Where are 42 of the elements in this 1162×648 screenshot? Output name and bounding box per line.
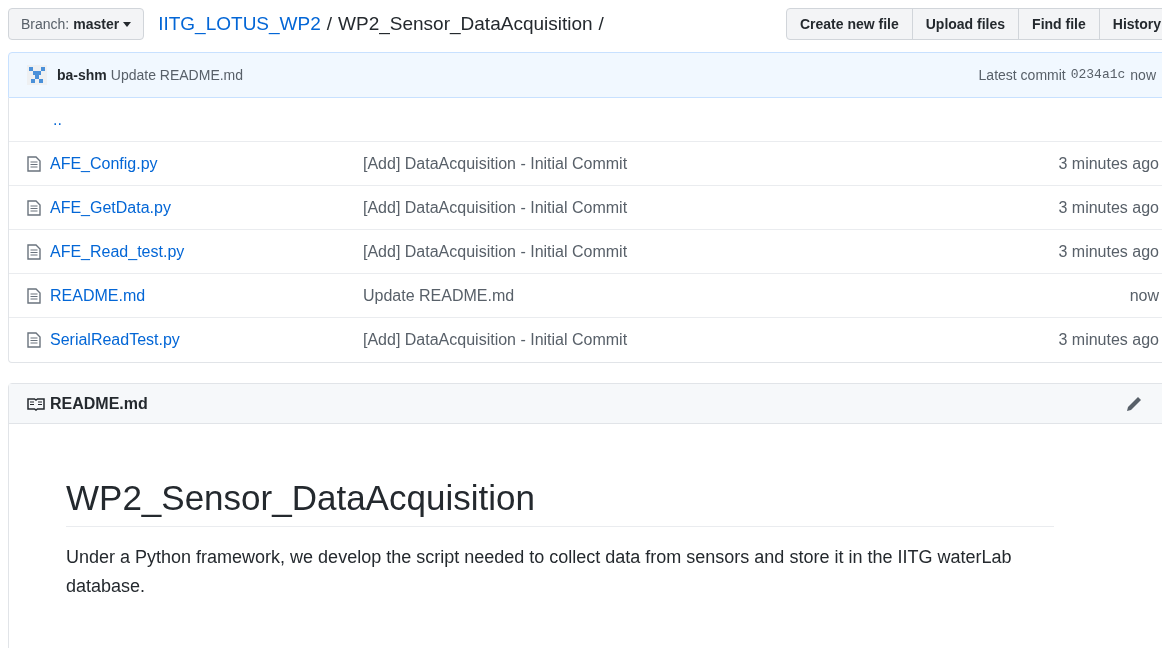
readme-filename: README.md (50, 393, 148, 414)
commit-sha[interactable]: 0234a1c (1070, 65, 1126, 85)
file-link[interactable]: AFE_Config.py (50, 154, 158, 172)
file-icon (27, 155, 41, 172)
avatar-icon[interactable] (27, 65, 47, 85)
file-link[interactable]: README.md (50, 286, 146, 304)
commit-message[interactable]: [Add] DataAcquisition - Initial Commit (363, 151, 628, 176)
path-separator: / (598, 11, 604, 36)
readme-paragraph: Under a Python framework, we develop the script needed to collect data from sensors and store it in the IITG waterLab database. (66, 545, 1013, 598)
latest-commit-label: Latest commit (978, 65, 1066, 85)
file-icon (27, 287, 41, 304)
path-separator: / (326, 11, 333, 36)
parent-link[interactable]: .. (53, 107, 62, 132)
action-button[interactable]: Upload files (911, 8, 1020, 40)
action-button[interactable]: Create new file (785, 8, 913, 40)
pencil-icon[interactable] (1125, 394, 1143, 413)
file-icon (27, 243, 41, 260)
commit-age: 3 minutes ago (1058, 197, 1159, 218)
file-link[interactable]: AFE_GetData.py (50, 198, 171, 216)
commit-age: 3 minutes ago (1058, 241, 1159, 262)
author-name[interactable]: ba-shm (57, 64, 107, 86)
commit-message[interactable]: [Add] DataAcquisition - Initial Commit (363, 328, 628, 352)
book-icon (27, 396, 45, 411)
commit-message[interactable]: [Add] DataAcquisition - Initial Commit (363, 195, 628, 220)
commit-age: now (1129, 285, 1159, 306)
commit-age: 3 minutes ago (1058, 153, 1159, 174)
commit-age: 3 minutes ago (1058, 330, 1159, 350)
repo-link[interactable]: IITG_LOTUS_WP2 (158, 9, 321, 39)
readme-heading: WP2_Sensor_DataAcquisition (66, 476, 1054, 527)
caret-icon (123, 21, 132, 27)
file-link[interactable]: AFE_Read_test.py (50, 242, 185, 260)
action-button[interactable]: Find file (1018, 8, 1100, 40)
action-button[interactable]: History (1098, 8, 1162, 40)
commit-age: now (1130, 65, 1156, 85)
file-icon (27, 199, 41, 216)
commit-message[interactable]: Update README.md (110, 64, 244, 86)
folder-name: WP2_Sensor_DataAcquisition (338, 11, 593, 37)
file-link[interactable]: SerialReadTest.py (50, 331, 180, 348)
branch-button[interactable]: Branch: master (8, 8, 145, 40)
file-icon (27, 332, 41, 348)
commit-message[interactable]: Update README.md (363, 283, 515, 308)
commit-message[interactable]: [Add] DataAcquisition - Initial Commit (363, 239, 628, 264)
